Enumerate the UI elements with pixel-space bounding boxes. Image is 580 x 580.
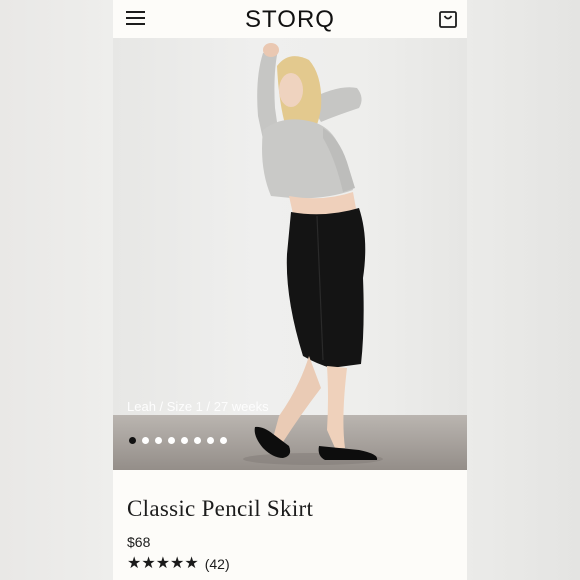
star-icon: ★ bbox=[141, 555, 156, 572]
review-count[interactable]: (42) bbox=[205, 556, 230, 572]
product-image-carousel[interactable]: Leah / Size 1 / 27 weeks bbox=[113, 38, 467, 470]
product-title: Classic Pencil Skirt bbox=[127, 496, 314, 521]
star-icon: ★ bbox=[127, 555, 142, 572]
carousel-dots[interactable] bbox=[129, 437, 227, 444]
carousel-dot[interactable] bbox=[142, 437, 149, 444]
product-price: $68 bbox=[127, 534, 151, 550]
carousel-dot[interactable] bbox=[168, 437, 175, 444]
star-rating: ★★★★★ bbox=[127, 555, 199, 573]
brand-logo[interactable]: STORQ bbox=[113, 6, 467, 34]
star-icon: ★ bbox=[155, 555, 171, 572]
site-header: STORQ bbox=[113, 0, 467, 38]
product-info: Classic Pencil Skirt $68 ★★★★★ (42) bbox=[127, 470, 453, 573]
shopping-bag-icon[interactable] bbox=[438, 9, 458, 29]
star-icon: ★ bbox=[170, 555, 185, 572]
star-icon: ★ bbox=[184, 555, 199, 572]
background-right bbox=[467, 0, 580, 580]
carousel-dot[interactable] bbox=[194, 437, 201, 444]
carousel-dot[interactable] bbox=[220, 437, 227, 444]
carousel-dot[interactable] bbox=[129, 437, 136, 444]
product-rating[interactable]: ★★★★★ (42) bbox=[127, 555, 453, 573]
model-caption: Leah / Size 1 / 27 weeks bbox=[127, 399, 269, 414]
carousel-dot[interactable] bbox=[207, 437, 214, 444]
carousel-dot[interactable] bbox=[155, 437, 162, 444]
mobile-screen: STORQ Leah / Size 1 / 27 weeks Classic P… bbox=[113, 0, 467, 580]
background-left bbox=[0, 0, 113, 580]
carousel-dot[interactable] bbox=[181, 437, 188, 444]
